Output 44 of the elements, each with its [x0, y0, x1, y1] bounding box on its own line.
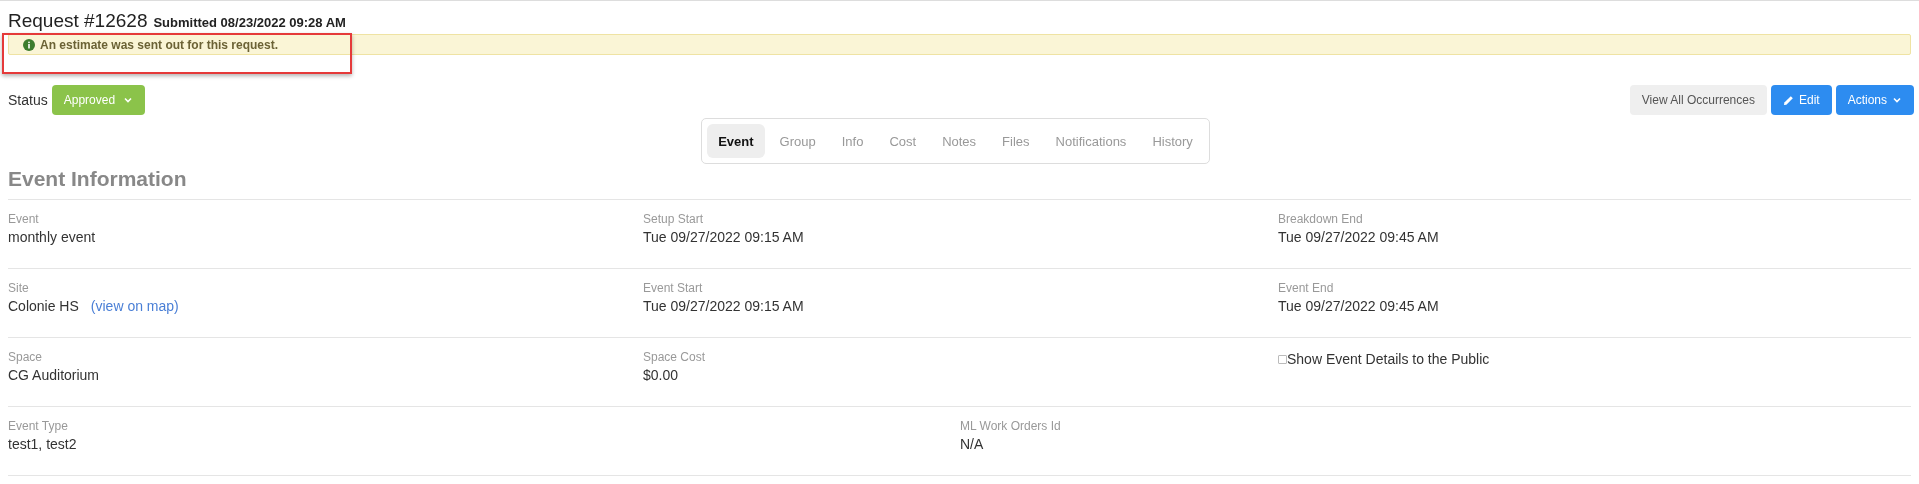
field-label: Setup Start [643, 212, 705, 226]
field-value: Tue 09/27/2022 09:15 AM [643, 229, 804, 245]
status-label: Status [8, 92, 48, 108]
field-label: Event [8, 212, 40, 226]
edit-button[interactable]: Edit [1770, 85, 1832, 115]
field-label: Event Start [643, 281, 704, 295]
tab[interactable]: Notifications [1044, 124, 1138, 158]
field-label: Space [8, 350, 44, 364]
field-label: Event End [1278, 281, 1335, 295]
alert-message: An estimate was sent out for this request. [40, 37, 279, 52]
map-link[interactable]: (view on map) [90, 298, 179, 314]
field-label: ML Work Orders Id [960, 419, 1062, 433]
field-value: Tue 09/27/2022 09:45 AM [1278, 229, 1439, 245]
field-label: Breakdown End [1278, 212, 1364, 226]
field-label: Space Cost [643, 350, 707, 364]
field-value: test1, test2 [8, 436, 77, 452]
checkbox-label: Show Event Details to the Public [1287, 351, 1490, 367]
field-value: Colonie HS [8, 298, 79, 314]
actions-button[interactable]: Actions [1835, 85, 1914, 115]
field-value: $0.00 [643, 367, 679, 383]
submitted-date: Submitted 08/23/2022 09:28 AM [153, 15, 346, 30]
tab[interactable]: History [1141, 124, 1204, 158]
field-value: monthly event [8, 229, 96, 245]
field-value: Tue 09/27/2022 09:45 AM [1278, 298, 1439, 314]
field-value: N/A [960, 436, 984, 452]
chevron-down-icon [123, 95, 134, 105]
tab[interactable]: Files [991, 124, 1041, 158]
tab[interactable]: Group [768, 124, 827, 158]
field-value: CG Auditorium [8, 367, 100, 383]
tab[interactable]: Notes [931, 124, 988, 158]
pencil-icon [1782, 94, 1794, 106]
info-icon [23, 38, 35, 51]
view-occurrences-button[interactable]: View All Occurrences [1629, 85, 1767, 115]
section-heading: Event Information [8, 167, 1911, 200]
tab[interactable]: Info [830, 124, 875, 158]
status-dropdown[interactable]: Approved [51, 85, 146, 115]
field-value: Tue 09/27/2022 09:15 AM [643, 298, 804, 314]
tab[interactable]: Event [707, 124, 765, 158]
tab[interactable]: Cost [878, 124, 928, 158]
checkbox[interactable] [1278, 354, 1287, 364]
page-title: Request #12628 [8, 10, 148, 32]
field-label: Event Type [8, 419, 69, 433]
field-label: Site [8, 281, 30, 295]
chevron-down-icon [1892, 95, 1902, 105]
